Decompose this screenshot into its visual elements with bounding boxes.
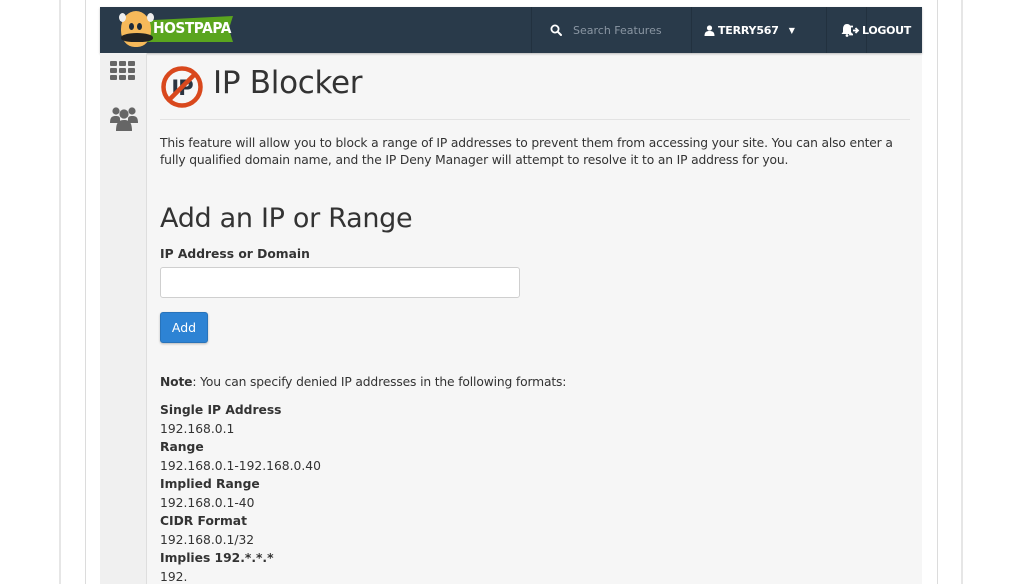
page-description: This feature will allow you to block a r…	[160, 135, 900, 169]
page-header: IP IP Blocker	[160, 53, 910, 120]
note-text: : You can specify denied IP addresses in…	[192, 375, 566, 389]
logo-text: HOSTPAPA	[153, 19, 231, 37]
page-frame-border-right-outer	[961, 0, 963, 584]
search-input[interactable]: Search Features	[573, 24, 662, 37]
format-example: 192.168.0.1	[160, 420, 321, 439]
logout-label: LOGOUT	[862, 24, 911, 37]
ip-address-label: IP Address or Domain	[160, 247, 310, 261]
mascot-hair	[147, 13, 154, 22]
mascot-eye	[137, 23, 142, 30]
format-name: CIDR Format	[160, 512, 321, 531]
format-example: 192.168.0.1-40	[160, 494, 321, 513]
ip-blocked-icon: IP	[160, 65, 204, 109]
caret-down-icon: ▼	[789, 26, 795, 35]
page-title: IP Blocker	[213, 65, 362, 101]
format-example: 192.168.0.1-192.168.0.40	[160, 457, 321, 476]
user-menu[interactable]: TERRY567 ▼	[691, 7, 826, 53]
logout-icon	[848, 25, 860, 36]
format-example: 192.	[160, 568, 321, 586]
search-features[interactable]: Search Features	[531, 7, 691, 53]
logo-mascot-icon	[121, 11, 151, 47]
page-frame-border-left-inner	[85, 0, 86, 584]
format-name: Range	[160, 438, 321, 457]
format-note: Note: You can specify denied IP addresse…	[160, 375, 566, 389]
mascot-mustache	[121, 33, 153, 42]
format-example: 192.168.0.1/32	[160, 531, 321, 550]
logout-button[interactable]: LOGOUT	[838, 7, 922, 53]
sidebar	[100, 53, 147, 584]
top-navbar: HOSTPAPA Search Features TERRY567 ▼	[100, 7, 922, 53]
format-name: Single IP Address	[160, 401, 321, 420]
mascot-hair	[119, 13, 126, 22]
hostpapa-logo[interactable]: HOSTPAPA	[117, 10, 237, 50]
apps-grid-icon	[109, 60, 137, 82]
format-name: Implies 192.*.*.*	[160, 549, 321, 568]
main-content: IP IP Blocker This feature will allow yo…	[160, 53, 910, 120]
section-title: Add an IP or Range	[160, 203, 412, 234]
mascot-eye	[129, 23, 134, 30]
user-icon	[704, 25, 715, 36]
sidebar-item-users[interactable]	[109, 105, 137, 133]
cpanel-window: HOSTPAPA Search Features TERRY567 ▼	[100, 7, 922, 584]
username: TERRY567	[718, 24, 779, 37]
format-name: Implied Range	[160, 475, 321, 494]
users-icon	[109, 105, 139, 133]
ip-address-input[interactable]	[160, 267, 520, 298]
page-frame-border-left-outer	[59, 0, 61, 584]
sidebar-item-apps[interactable]	[109, 60, 137, 88]
format-list: Single IP Address 192.168.0.1 Range 192.…	[160, 401, 321, 586]
add-button[interactable]: Add	[160, 312, 208, 343]
search-icon	[550, 24, 562, 36]
note-label: Note	[160, 375, 192, 389]
page-frame-border-right-inner	[937, 0, 938, 584]
